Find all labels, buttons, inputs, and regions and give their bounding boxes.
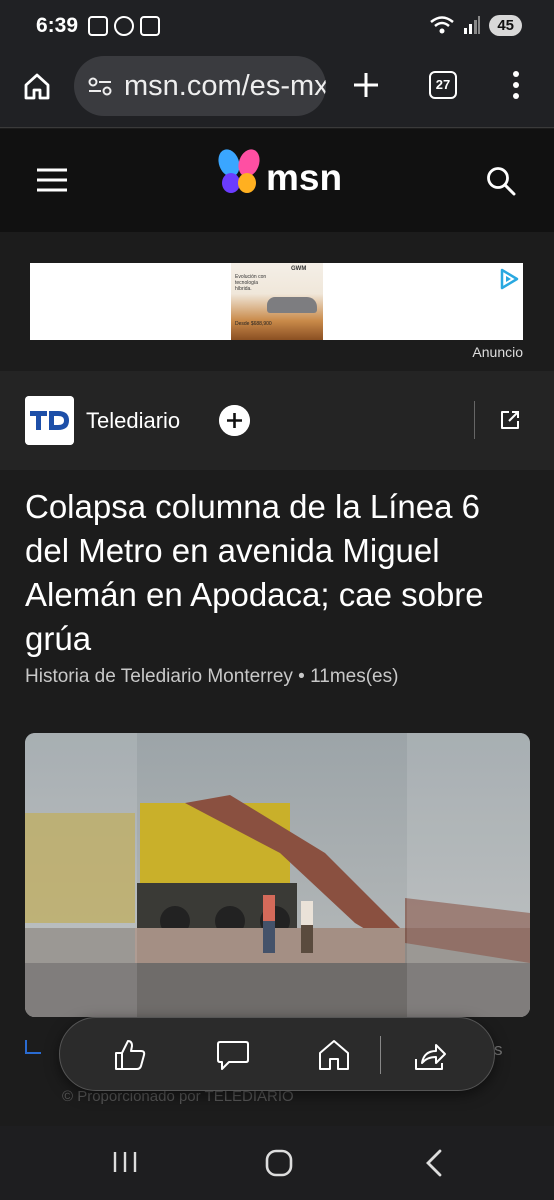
share-icon[interactable]	[412, 1037, 448, 1073]
ad-tagline: Evolución con tecnología híbrida.	[235, 274, 267, 292]
whatsapp-icon	[114, 16, 134, 36]
back-icon[interactable]	[424, 1149, 444, 1177]
like-icon[interactable]	[112, 1037, 148, 1073]
floating-action-bar	[59, 1017, 495, 1091]
msn-butterfly-logo-icon	[218, 149, 260, 193]
notification-icons	[88, 16, 160, 36]
system-nav-bar	[0, 1126, 554, 1200]
more-options-icon[interactable]	[510, 70, 522, 100]
publisher-name[interactable]: Telediario	[86, 408, 180, 434]
open-external-icon[interactable]	[499, 409, 521, 431]
browser-toolbar: msn.com/es-mx 27	[0, 56, 554, 128]
home-icon[interactable]	[22, 71, 52, 101]
wifi-icon	[430, 16, 455, 34]
article-photo[interactable]	[25, 733, 530, 1017]
home-feed-icon[interactable]	[316, 1037, 352, 1073]
url-text: msn.com/es-mx	[124, 70, 326, 102]
recent-apps-icon[interactable]	[112, 1150, 138, 1174]
publisher-row: Telediario	[0, 371, 554, 470]
battery-level: 45	[489, 14, 522, 36]
home-button-icon[interactable]	[265, 1149, 293, 1177]
calendar-icon	[140, 16, 160, 36]
status-bar: 6:39 45	[0, 0, 554, 56]
ad-car-graphic	[267, 297, 317, 313]
msn-brand-text[interactable]: msn	[266, 157, 342, 199]
caption-fragment: s	[494, 1040, 503, 1059]
signal-icon	[464, 16, 481, 34]
article-headline: Colapsa columna de la Línea 6 del Metro …	[25, 488, 484, 657]
telediario-logo[interactable]	[25, 396, 74, 445]
new-tab-icon[interactable]	[352, 71, 380, 99]
ad-brand: GWM	[291, 266, 307, 272]
status-time: 6:39	[36, 14, 79, 37]
hamburger-menu-icon[interactable]	[36, 167, 68, 193]
search-icon[interactable]	[486, 166, 516, 196]
address-bar[interactable]: msn.com/es-mx	[74, 56, 326, 116]
msn-header: msn	[0, 129, 554, 232]
caption-accent	[25, 1040, 41, 1054]
status-right: 45	[429, 14, 522, 36]
ad-banner[interactable]: GWM Evolución con tecnología híbrida. De…	[30, 263, 523, 340]
article-byline: Historia de Telediario Monterrey • 11mes…	[25, 666, 399, 687]
screenshot-icon	[88, 16, 108, 36]
ad-price: Desde $688,900	[235, 321, 272, 327]
action-bar-divider	[380, 1036, 381, 1074]
publisher-divider	[474, 401, 475, 439]
tab-switcher-button[interactable]: 27	[429, 71, 457, 99]
ad-image[interactable]: GWM Evolución con tecnología híbrida. De…	[231, 263, 323, 340]
collapsed-column-crane-image	[25, 733, 530, 1017]
follow-button[interactable]	[219, 405, 250, 436]
ad-label: Anuncio	[472, 344, 523, 360]
comment-icon[interactable]	[215, 1037, 251, 1073]
adchoices-icon[interactable]	[498, 268, 520, 290]
site-settings-icon[interactable]	[88, 76, 112, 96]
ad-section: GWM Evolución con tecnología híbrida. De…	[0, 232, 554, 371]
